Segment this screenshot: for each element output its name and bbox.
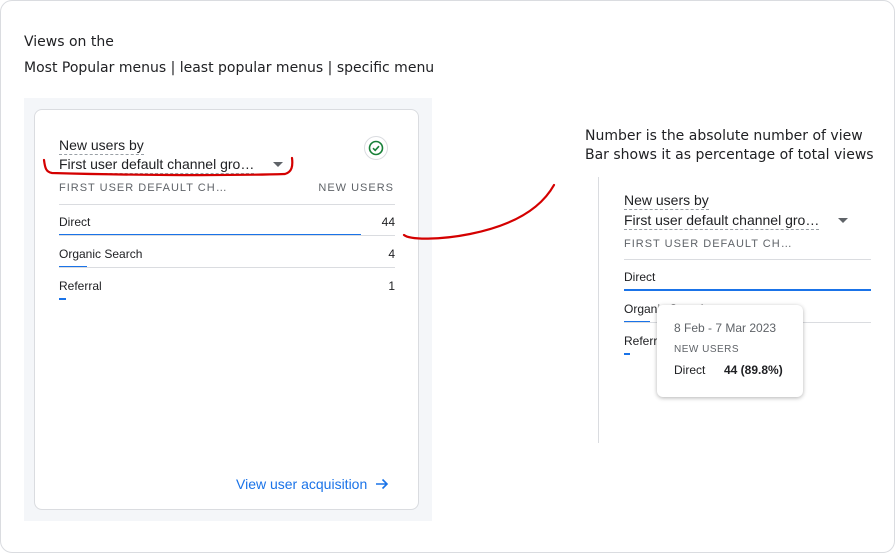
note-line-2: Most Popular menus | least popular menus… bbox=[24, 60, 435, 76]
view-user-acquisition-link[interactable]: View user acquisition bbox=[236, 476, 389, 492]
link-label: View user acquisition bbox=[236, 476, 368, 492]
row-value: 1 bbox=[388, 279, 395, 293]
zoom-row-bar bbox=[624, 353, 630, 355]
row-bar bbox=[59, 298, 66, 300]
arrow-right-icon bbox=[376, 478, 389, 490]
note-right-1: Number is the absolute number of view bbox=[585, 128, 863, 144]
zoom-dimension-dropdown[interactable]: First user default channel gro… bbox=[624, 212, 820, 230]
zoom-row-label: Direct bbox=[624, 270, 656, 284]
note-line-1: Views on the bbox=[24, 34, 114, 50]
note-right-2: Bar shows it as percentage of total view… bbox=[585, 147, 874, 163]
tooltip-date-range: 8 Feb - 7 Mar 2023 bbox=[674, 321, 777, 335]
chevron-down-icon[interactable] bbox=[838, 218, 848, 223]
dimension-dropdown[interactable]: First user default channel gro… bbox=[59, 156, 255, 174]
chevron-down-icon[interactable] bbox=[273, 162, 283, 167]
zoom-row-bar bbox=[624, 289, 871, 291]
row-label: Organic Search bbox=[59, 247, 143, 261]
column-header-dimension: FIRST USER DEFAULT CH… bbox=[59, 182, 228, 194]
header-divider bbox=[59, 204, 395, 205]
tooltip-metric: NEW USERS bbox=[674, 344, 740, 355]
zoom-panel-border bbox=[598, 177, 599, 443]
row-label: Direct bbox=[59, 215, 91, 229]
card-title: New users by bbox=[59, 137, 144, 155]
row-label: Referral bbox=[59, 279, 102, 293]
zoom-title: New users by bbox=[624, 192, 709, 210]
tooltip-label: Direct bbox=[674, 363, 706, 377]
tooltip: 8 Feb - 7 Mar 2023 NEW USERS Direct 44 (… bbox=[657, 305, 803, 397]
tooltip-value: 44 (89.8%) bbox=[724, 363, 783, 377]
row-divider bbox=[59, 235, 395, 236]
new-users-card: New users by First user default channel … bbox=[34, 109, 419, 510]
row-value: 44 bbox=[381, 215, 395, 229]
zoom-column-header: FIRST USER DEFAULT CH… bbox=[624, 238, 793, 250]
row-value: 4 bbox=[388, 247, 395, 261]
column-header-metric: NEW USERS bbox=[318, 182, 394, 194]
zoom-header-divider bbox=[624, 259, 871, 260]
row-divider bbox=[59, 267, 395, 268]
check-circle-icon bbox=[364, 136, 388, 160]
